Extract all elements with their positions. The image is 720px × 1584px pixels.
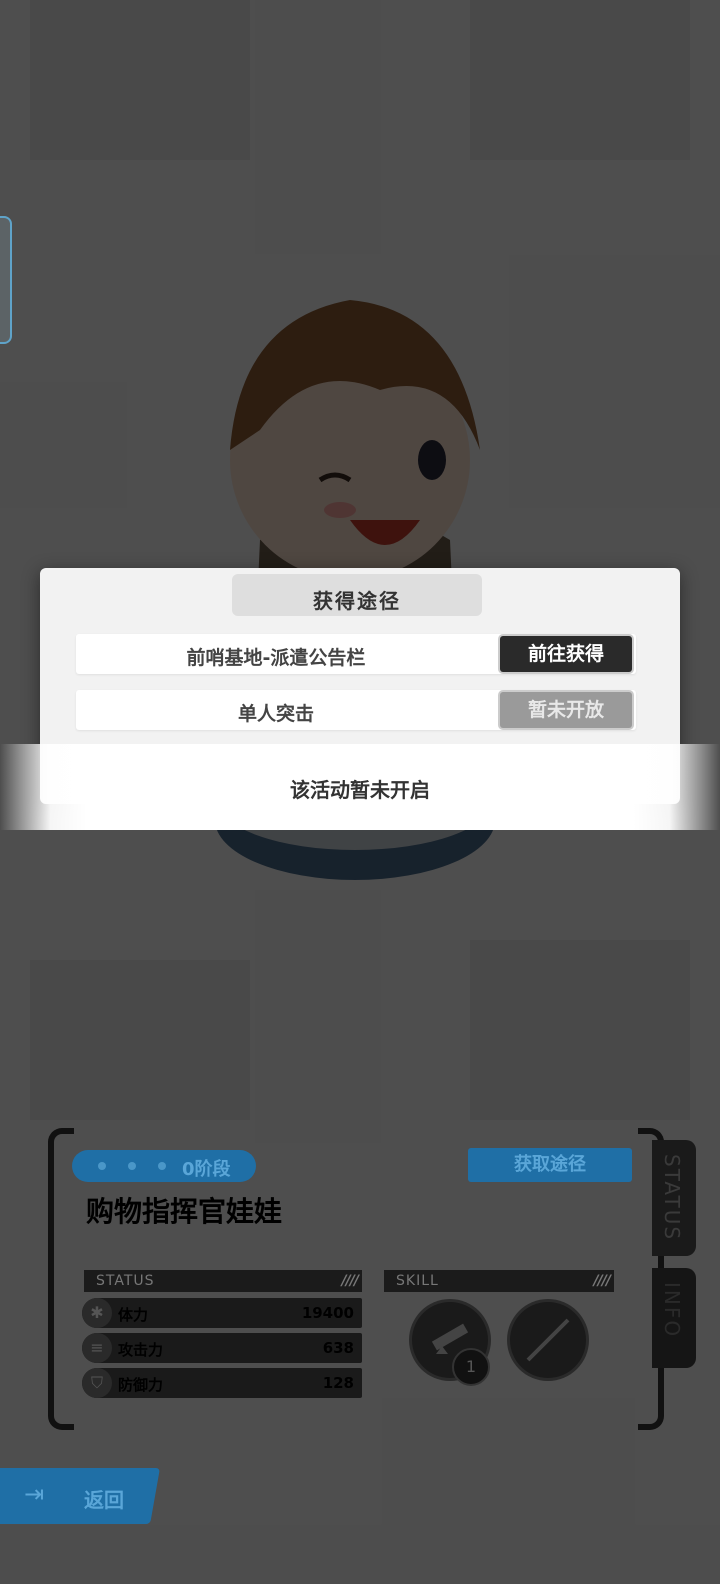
tab-info-label: INFO — [660, 1282, 684, 1339]
stat-row-hp: ✱ 体力 19400 — [82, 1298, 362, 1328]
skill-header-label: SKILL — [396, 1273, 439, 1289]
stat-row-attack: ≡ 攻击力 638 — [82, 1333, 362, 1363]
tab-status[interactable]: STATUS — [652, 1140, 696, 1256]
stat-label: 体力 — [118, 1306, 149, 1324]
stat-value: 128 — [322, 1374, 354, 1392]
dialog-title: 获得途径 — [313, 589, 401, 613]
stage-dot — [158, 1162, 166, 1170]
dialog-title-box: 获得途径 — [232, 574, 482, 616]
skill-header: SKILL //// — [384, 1270, 614, 1292]
stage-dot — [128, 1162, 136, 1170]
status-header-label: STATUS — [96, 1273, 155, 1289]
item-name: 购物指挥官娃娃 — [86, 1195, 283, 1228]
route-label: 单人突击 — [237, 703, 314, 725]
panel-bracket-left — [48, 1128, 74, 1430]
get-route-button[interactable]: 获取途径 — [468, 1148, 632, 1182]
stat-row-defense: ⛉ 防御力 128 — [82, 1368, 362, 1398]
skill-slot-2-empty[interactable] — [510, 1302, 586, 1378]
stage-text: 0阶段 — [182, 1159, 231, 1180]
stage-badge: 0阶段 — [72, 1150, 256, 1182]
back-button-label: 返回 — [84, 1488, 124, 1512]
toast-banner: 该活动暂未开启 — [0, 744, 720, 830]
tab-status-label: STATUS — [660, 1154, 684, 1242]
attack-icon: ≡ — [82, 1333, 112, 1363]
route-label: 前哨基地-派遣公告栏 — [186, 647, 366, 669]
go-obtain-button[interactable]: 前往获得 — [500, 636, 632, 672]
route-row-solo-raid: 单人突击 暂未开放 — [76, 690, 636, 730]
toast-message: 该活动暂未开启 — [290, 778, 430, 802]
route-row-dispatch: 前哨基地-派遣公告栏 前往获得 — [76, 634, 636, 674]
asterisk-icon: ✱ — [82, 1298, 112, 1328]
tab-info[interactable]: INFO — [652, 1268, 696, 1368]
status-header: STATUS //// — [84, 1270, 362, 1292]
shield-icon: ⛉ — [82, 1368, 112, 1398]
slash-decor: //// — [593, 1273, 611, 1289]
stat-label: 攻击力 — [118, 1341, 164, 1359]
slash-decor: //// — [341, 1273, 359, 1289]
left-drawer-tab[interactable] — [0, 216, 12, 344]
stat-label: 防御力 — [118, 1376, 164, 1394]
empty-slash-icon — [526, 1318, 570, 1362]
not-open-button[interactable]: 暂未开放 — [500, 692, 632, 728]
exit-door-icon: ⇥ — [24, 1480, 45, 1508]
stat-value: 19400 — [301, 1304, 354, 1322]
stage-dot — [98, 1162, 106, 1170]
skill-level-badge: 1 — [452, 1348, 490, 1386]
stat-value: 638 — [322, 1339, 354, 1357]
